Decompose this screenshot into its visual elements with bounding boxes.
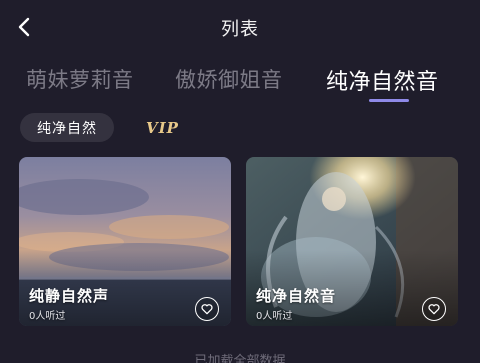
filter-row: 纯净自然 VIP	[0, 110, 480, 146]
card-listen-count: 0人听过	[256, 311, 293, 322]
voice-card[interactable]: 纯净自然音 0人听过	[246, 157, 458, 326]
active-tab-indicator	[369, 99, 409, 102]
card-title: 纯静自然声	[29, 287, 110, 305]
tab-cute-loli-voice[interactable]: 萌妹萝莉音	[26, 64, 134, 94]
favorite-button[interactable]	[422, 297, 446, 321]
favorite-button[interactable]	[195, 297, 219, 321]
heart-icon	[201, 304, 213, 315]
card-listen-count: 0人听过	[29, 311, 66, 322]
header: 列表	[0, 0, 480, 54]
card-title: 纯净自然音	[256, 287, 337, 305]
load-complete-text: 已加载全部数据	[194, 354, 286, 363]
filter-chip-pure-natural[interactable]: 纯净自然	[20, 113, 114, 142]
tab-pure-natural-voice[interactable]: 纯净自然音	[326, 64, 439, 96]
voice-card[interactable]: 纯静自然声 0人听过	[19, 157, 231, 326]
heart-icon	[428, 304, 440, 315]
tab-tsundere-mature-voice[interactable]: 傲娇御姐音	[175, 64, 283, 94]
vip-filter[interactable]: VIP	[146, 119, 179, 137]
page-title: 列表	[221, 19, 259, 40]
